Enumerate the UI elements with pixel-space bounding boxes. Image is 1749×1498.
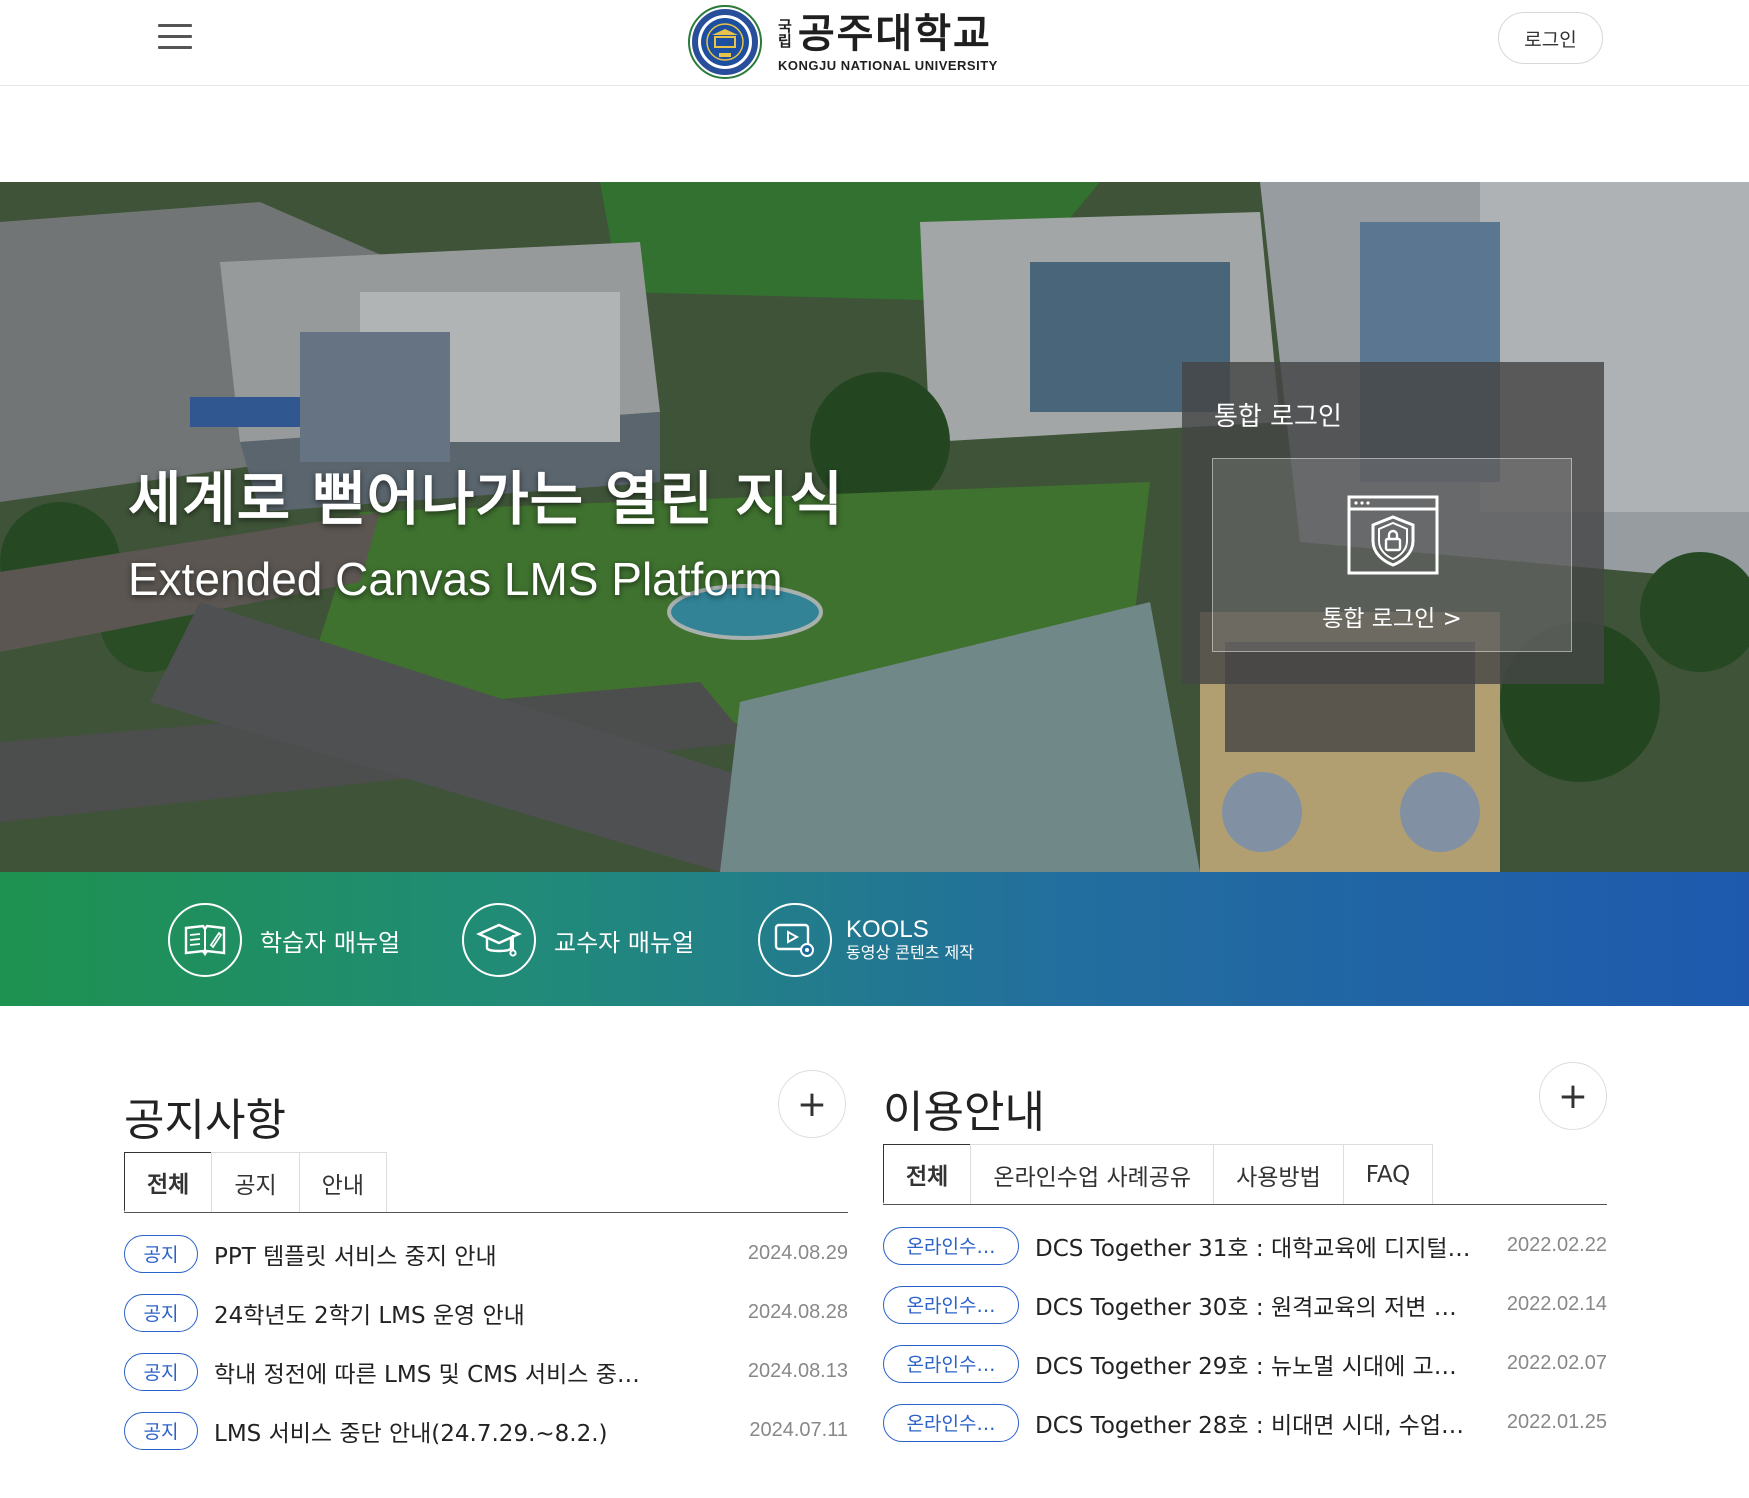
notice-title: 24학년도 2학기 LMS 운영 안내 (214, 1302, 525, 1329)
category-badge: 공지 (124, 1293, 198, 1332)
integrated-login-label: 통합 로그인 > (1322, 606, 1462, 632)
logo-name-english: KONGJU NATIONAL UNIVERSITY (778, 58, 998, 73)
category-badge: 공지 (124, 1234, 198, 1273)
list-item[interactable]: 공지 학내 정전에 따른 LMS 및 CMS 서비스 중… 2024.08.13 (124, 1342, 848, 1401)
graduation-cap-icon (462, 903, 536, 977)
tab-guide-faq[interactable]: FAQ (1342, 1144, 1434, 1204)
notice-title: PPT 템플릿 서비스 중지 안내 (214, 1243, 497, 1270)
hero-banner: 세계로 뻗어나가는 열린 지식 Extended Canvas LMS Plat… (0, 182, 1749, 872)
integrated-login-title: 통합 로그인 (1214, 402, 1342, 432)
list-item[interactable]: 온라인수… DCS Together 28호 : 비대면 시대, 수업… 202… (883, 1393, 1607, 1452)
logo-name-korean: 공주대학교 (797, 11, 992, 57)
integrated-login-panel: 통합 로그인 통합 로그인 > (1182, 362, 1604, 684)
notice-date: 2024.07.11 (749, 1419, 848, 1441)
hamburger-menu-icon[interactable] (158, 24, 192, 52)
learner-manual-label: 학습자 매뉴얼 (260, 928, 401, 957)
guide-more-button[interactable]: + (1539, 1062, 1607, 1130)
login-button[interactable]: 로그인 (1498, 12, 1603, 64)
tab-guide-how-to[interactable]: 사용방법 (1213, 1144, 1344, 1204)
category-badge: 온라인수… (883, 1226, 1019, 1265)
guide-title: 이용안내 (883, 1087, 1045, 1138)
kools-sublabel: 동영상 콘텐츠 제작 (846, 943, 974, 962)
quick-links-bar: 학습자 매뉴얼 교수자 매뉴얼 KOOLS 동영상 콘텐츠 제작 (0, 872, 1749, 1006)
tab-notices-notice[interactable]: 공지 (211, 1152, 300, 1212)
instructor-manual-link[interactable]: 교수자 매뉴얼 (462, 902, 694, 978)
notice-date: 2024.08.29 (747, 1242, 848, 1264)
shield-lock-icon (1347, 495, 1439, 575)
guide-item-title: DCS Together 28호 : 비대면 시대, 수업… (1035, 1412, 1465, 1439)
notices-list: 공지 PPT 템플릿 서비스 중지 안내 2024.08.29 공지 24학년도… (124, 1224, 848, 1460)
list-item[interactable]: 온라인수… DCS Together 29호 : 뉴노멀 시대에 고… 2022… (883, 1334, 1607, 1393)
tab-notices-all[interactable]: 전체 (124, 1152, 213, 1212)
logo-prefix-bottom: 립 (778, 32, 792, 50)
guide-item-date: 2022.02.07 (1506, 1352, 1607, 1374)
integrated-login-button[interactable]: 통합 로그인 > (1212, 458, 1572, 652)
list-item[interactable]: 공지 24학년도 2학기 LMS 운영 안내 2024.08.28 (124, 1283, 848, 1342)
hero-subtitle: Extended Canvas LMS Platform (128, 553, 783, 605)
list-item[interactable]: 공지 LMS 서비스 중단 안내(24.7.29.~8.2.) 2024.07.… (124, 1401, 848, 1460)
site-header: 국 립 공주대학교 KONGJU NATIONAL UNIVERSITY 로그인 (0, 0, 1749, 86)
hero-title: 세계로 뻗어나가는 열린 지식 (128, 465, 844, 533)
tab-guide-all[interactable]: 전체 (883, 1144, 972, 1204)
kools-label: KOOLS (846, 916, 929, 943)
guide-item-date: 2022.02.14 (1506, 1293, 1607, 1315)
tab-guide-case-sharing[interactable]: 온라인수업 사례공유 (970, 1144, 1215, 1204)
university-logo[interactable]: 국 립 공주대학교 KONGJU NATIONAL UNIVERSITY (688, 4, 998, 80)
guide-item-date: 2022.02.22 (1506, 1234, 1607, 1256)
guide-tabs: 전체 온라인수업 사례공유 사용방법 FAQ (883, 1144, 1607, 1205)
guide-item-date: 2022.01.25 (1506, 1411, 1607, 1433)
notice-date: 2024.08.13 (747, 1360, 848, 1382)
learner-manual-link[interactable]: 학습자 매뉴얼 (168, 902, 400, 978)
guide-item-title: DCS Together 30호 : 원격교육의 저변 … (1035, 1294, 1457, 1321)
guide-list: 온라인수… DCS Together 31호 : 대학교육에 디지털… 2022… (883, 1216, 1607, 1452)
category-badge: 공지 (124, 1352, 198, 1391)
category-badge: 공지 (124, 1411, 198, 1450)
notices-title: 공지사항 (124, 1095, 286, 1146)
category-badge: 온라인수… (883, 1285, 1019, 1324)
list-item[interactable]: 공지 PPT 템플릿 서비스 중지 안내 2024.08.29 (124, 1224, 848, 1283)
guide-item-title: DCS Together 31호 : 대학교육에 디지털… (1035, 1235, 1471, 1262)
kools-link[interactable]: KOOLS 동영상 콘텐츠 제작 (758, 902, 974, 978)
list-item[interactable]: 온라인수… DCS Together 31호 : 대학교육에 디지털… 2022… (883, 1216, 1607, 1275)
notice-title: 학내 정전에 따른 LMS 및 CMS 서비스 중… (214, 1361, 640, 1388)
notice-date: 2024.08.28 (747, 1301, 848, 1323)
video-settings-icon (758, 903, 832, 977)
tab-notices-info[interactable]: 안내 (298, 1152, 387, 1212)
university-emblem-icon (688, 5, 762, 79)
book-icon (168, 903, 242, 977)
category-badge: 온라인수… (883, 1344, 1019, 1383)
instructor-manual-label: 교수자 매뉴얼 (554, 928, 695, 957)
guide-item-title: DCS Together 29호 : 뉴노멀 시대에 고… (1035, 1353, 1457, 1380)
category-badge: 온라인수… (883, 1403, 1019, 1442)
list-item[interactable]: 온라인수… DCS Together 30호 : 원격교육의 저변 … 2022… (883, 1275, 1607, 1334)
notices-tabs: 전체 공지 안내 (124, 1152, 848, 1213)
notice-title: LMS 서비스 중단 안내(24.7.29.~8.2.) (214, 1420, 608, 1447)
notices-more-button[interactable]: + (778, 1070, 846, 1138)
